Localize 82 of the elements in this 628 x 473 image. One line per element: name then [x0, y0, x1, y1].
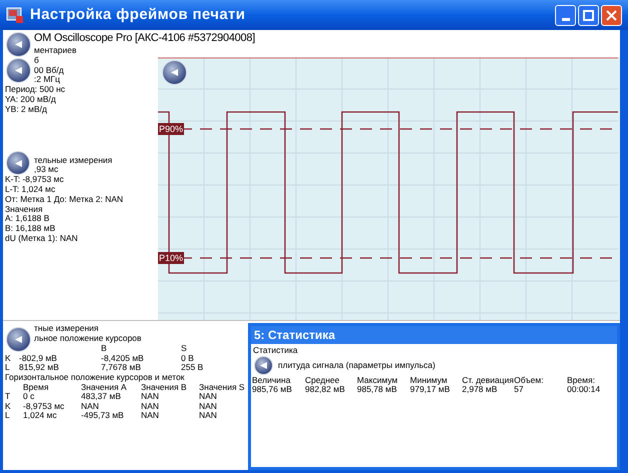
row-label: L	[5, 363, 11, 373]
column-header: Величина	[252, 376, 292, 386]
info-line: A: 1,6188 В	[5, 213, 50, 224]
table-cell-text: NAN	[141, 402, 160, 412]
column-header: Максимум	[357, 376, 399, 386]
section-heading: тные измерения	[34, 323, 99, 333]
column-header: Ст. девиация	[462, 376, 514, 386]
row-label: L	[5, 411, 11, 421]
table-cell-text: -802,9 мВ	[19, 354, 58, 364]
close-button[interactable]	[601, 4, 622, 26]
table-cell-text: NAN	[81, 402, 100, 412]
info-line: Значения	[5, 204, 43, 214]
left-arrow-icon	[14, 335, 23, 344]
info-line: Период: 500 нс	[5, 84, 66, 94]
section-heading: Статистика	[253, 345, 298, 355]
table-cell-text: 815,92 мВ	[19, 363, 60, 373]
table-cell-text: 0 В	[181, 354, 195, 364]
column-header: S	[181, 344, 188, 354]
section-heading: плитуда сигнала (параметры импульса)	[278, 360, 436, 370]
column-header: Минимум	[410, 376, 448, 386]
minimize-icon	[562, 18, 570, 20]
app-icon	[6, 6, 24, 24]
left-arrow-icon	[14, 158, 22, 168]
table-cell-text: 979,17 мВ	[410, 385, 451, 395]
row-label: K	[5, 354, 12, 364]
info-line: YA: 200 мВ/д	[5, 94, 56, 104]
info-line: тельные измерения	[34, 154, 112, 165]
marker-label: P90%	[158, 123, 184, 135]
table-cell-text: 985,78 мВ	[357, 385, 398, 395]
info-line: B: 16,188 мВ	[5, 223, 56, 234]
column-header: B	[101, 344, 108, 354]
section-heading: Горизонтальное положение курсоров и меток	[5, 372, 186, 383]
table-cell-text: 982,82 мВ	[305, 385, 346, 395]
close-icon	[606, 10, 617, 20]
info-line: dU (Метка 1): NAN	[5, 232, 78, 243]
table-cell-text: 2,978 мВ	[462, 385, 498, 395]
column-header: Значения B	[141, 382, 188, 392]
table-cell-text: 7,7678 мВ	[101, 363, 142, 373]
left-arrow-icon	[259, 361, 268, 370]
column-header: Время:	[567, 376, 596, 386]
maximize-icon	[583, 10, 594, 20]
column-header: Среднее	[305, 376, 341, 386]
left-arrow-icon	[14, 66, 23, 75]
window-title: Настройка фреймов печати	[30, 4, 246, 25]
table-cell-text: 0 с	[23, 392, 34, 402]
table-cell-text: 255 В	[181, 363, 204, 373]
info-line: :2 МГц	[34, 74, 60, 84]
table-cell-text: NAN	[141, 392, 160, 402]
row-label: T	[5, 392, 12, 402]
table-cell-text: NAN	[199, 402, 218, 412]
info-line: 00 Вб/д	[34, 64, 64, 75]
marker-label: P10%	[158, 252, 184, 264]
table-cell-text: 57	[514, 385, 524, 395]
table-cell-text: NAN	[141, 411, 160, 421]
info-line: L-T: 1,024 мс	[5, 184, 56, 194]
left-arrow-icon	[170, 68, 179, 77]
column-header: Время	[23, 382, 49, 392]
minimize-button[interactable]	[555, 4, 576, 26]
info-line: б	[34, 54, 39, 65]
maximize-button[interactable]	[578, 4, 599, 26]
table-cell-text: 1,024 мс	[23, 411, 58, 421]
table-cell-text: 985,76 мВ	[252, 385, 293, 395]
info-line: K-T: -8,9753 мс	[5, 174, 64, 184]
panel-title: 5: Статистика	[254, 327, 336, 344]
section-heading: льное положение курсоров	[34, 332, 142, 343]
column-header: Объем:	[514, 376, 544, 386]
info-line: От: Метка 1 До: Метка 2: NAN	[5, 194, 124, 204]
table-cell-text: 483,37 мВ	[81, 392, 122, 402]
info-line: YB: 2 мВ/д	[5, 104, 47, 114]
row-label: K	[5, 402, 12, 412]
table-cell-text: NAN	[199, 411, 218, 421]
table-cell-text: -8,9753 мс	[23, 402, 66, 412]
table-cell-text: -495,73 мВ	[81, 411, 125, 421]
device-header: OM Oscilloscope Pro [АКС-4106 #5372904008]	[34, 30, 255, 46]
left-arrow-icon	[14, 40, 23, 49]
table-cell-text: NAN	[199, 392, 218, 402]
info-line: ,93 мс	[34, 164, 58, 174]
column-header: Значения S	[199, 382, 246, 392]
info-line: ментариев	[34, 45, 77, 55]
table-cell-text: -8,4205 мВ	[101, 354, 145, 364]
column-header: Значения A	[81, 382, 127, 392]
table-cell-text: 00:00:14	[567, 385, 602, 395]
